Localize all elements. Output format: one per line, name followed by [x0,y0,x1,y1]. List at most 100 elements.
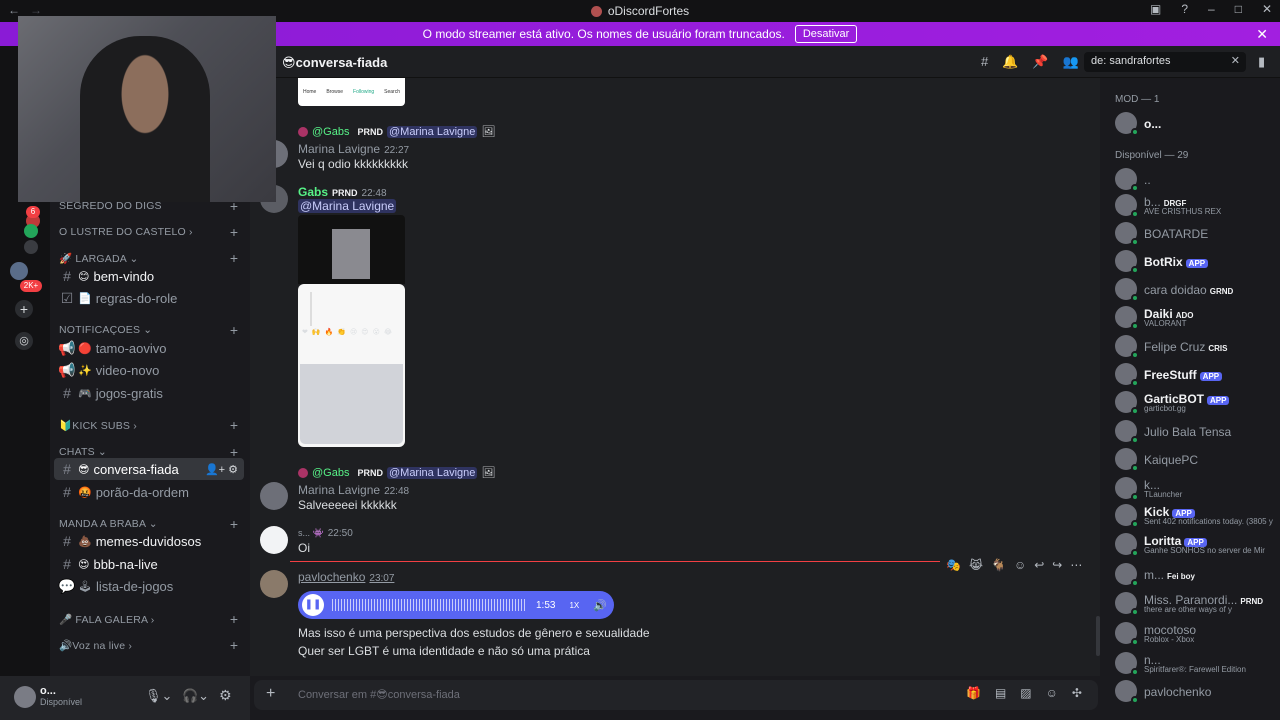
microphone-icon[interactable]: 🎙⌄ [145,688,172,704]
minimize-icon[interactable]: – [1208,2,1215,16]
member-item[interactable]: BotRix APP [1112,248,1272,274]
add-channel-icon[interactable]: + [230,224,238,240]
forward-arrow-icon[interactable]: → [30,3,42,17]
back-arrow-icon[interactable]: ← [8,3,20,17]
emoji-icon[interactable]: ☺ [1046,686,1058,700]
channel-bbb[interactable]: # 😍 bbb-na-live [54,553,244,575]
pause-icon[interactable]: ❚❚ [302,594,324,616]
member-item[interactable]: Loritta APP Ganhe SONHOS no server de Mir [1112,531,1272,557]
help-icon[interactable]: ? [1181,2,1188,16]
member-item[interactable]: k... TLauncher [1112,475,1272,501]
server-icon[interactable] [24,240,38,254]
inbox-icon[interactable]: ▣ [1150,2,1161,16]
maximize-icon[interactable]: □ [1235,2,1242,16]
volume-icon[interactable]: 🔊 [593,599,607,612]
member-item[interactable]: Miss. Paranordi... PRND there are other wa… [1112,590,1272,616]
category-kick-subs[interactable]: 🔰KICK SUBS › [59,419,137,432]
category-largada[interactable]: 🚀 LARGADA ⌄ [59,252,139,265]
gift-icon[interactable]: 🎁 [966,686,981,700]
reaction-icon[interactable]: 🎭 [946,558,961,572]
close-window-icon[interactable]: ✕ [1262,2,1272,16]
category-voz-na-live[interactable]: 🔊Voz na live › [59,639,132,652]
more-icon[interactable]: ⋯ [1070,558,1082,572]
member-item[interactable]: BOATARDE [1112,220,1272,246]
image-attachment[interactable] [298,215,405,284]
member-item[interactable]: b... DRGF AVE CRISTHUS REX [1112,192,1272,218]
channel-tamo-aovivo[interactable]: 📢 🔴 tamo-aovivo [54,337,244,359]
message-author[interactable]: Gabs PRND 22:48 [298,185,387,199]
mention[interactable]: @Marina Lavigne [298,199,397,213]
category-chats[interactable]: CHATS ⌄ [59,446,107,458]
channel-video-novo[interactable]: 📢 ✨ video-novo [54,359,244,381]
add-channel-icon[interactable]: + [230,637,238,653]
pin-icon[interactable]: 📌 [1032,54,1048,70]
channel-lista-de-jogos[interactable]: 💬 🕹 lista-de-jogos [54,575,244,597]
message-author[interactable]: s... 👾 22:50 [298,528,353,539]
avatar[interactable] [260,526,288,554]
reply-preview[interactable]: @Gabs PRND @Marina Lavigne 🖼 [298,466,495,479]
reply-preview[interactable]: @Gabs PRND @Marina Lavigne 🖼 [298,125,495,138]
server-icon[interactable] [24,224,38,238]
channel-regras[interactable]: ☑ 📄 regras-do-role [54,287,244,309]
image-attachment[interactable]: Home Browse Following Search [298,78,405,106]
add-channel-icon[interactable]: + [230,417,238,433]
add-server-icon[interactable]: + [15,300,33,318]
member-item[interactable]: Kick APP Sent 402 notifications today. (38… [1112,502,1273,528]
bell-icon[interactable]: 🔔 [1002,54,1018,70]
add-channel-icon[interactable]: + [230,250,238,266]
channel-jogos-gratis[interactable]: # 🎮 jogos-gratis [54,382,244,404]
channel-conversa-fiada[interactable]: # 😎 conversa-fiada 👤+ ⚙ [54,458,244,480]
settings-gear-icon[interactable]: ⚙ [219,687,232,704]
member-item[interactable]: cara doidao GRND [1112,276,1272,302]
gif-icon[interactable]: ▤ [995,686,1006,700]
image-attachment[interactable]: ❤🙌🔥👏😢😍😮😂 [298,284,405,447]
member-item[interactable]: mocotoso Roblox - Xbox [1112,620,1272,646]
inbox-icon[interactable]: ▮ [1258,54,1265,70]
avatar[interactable] [14,686,36,708]
channel-settings-icon[interactable]: 👤+ ⚙ [205,463,238,476]
member-item[interactable]: Felipe Cruz CRIS [1112,333,1272,359]
reply-icon[interactable]: ↩ [1034,558,1044,572]
clear-search-icon[interactable]: ✕ [1231,54,1240,67]
message-author[interactable]: Marina Lavigne 22:27 [298,142,409,156]
add-channel-icon[interactable]: + [230,611,238,627]
message-author[interactable]: Marina Lavigne 22:48 [298,483,409,497]
playback-speed-button[interactable]: 1X [569,601,579,610]
member-item[interactable]: .. [1112,166,1272,192]
member-item[interactable]: FreeStuff APP [1112,361,1272,387]
member-item[interactable]: pavlochenko [1112,678,1272,704]
message-input[interactable]: + Conversar em #😎conversa-fiada 🎁 ▤ ▨ ☺ … [254,680,1098,710]
channel-porao[interactable]: # 🤬 porão-da-ordem [54,481,244,503]
member-item[interactable]: n... Spiritfarer®: Farewell Edition [1112,650,1272,676]
category-manda-a-braba[interactable]: MANDA A BRABA ⌄ [59,518,158,530]
avatar[interactable] [260,570,288,598]
member-item[interactable]: m... Fei boy [1112,561,1272,587]
mention[interactable]: @Marina Lavigne [386,466,478,479]
member-item[interactable]: GarticBOT APP garticbot.gg [1112,389,1272,415]
search-input[interactable]: de: sandrafortes ✕ [1084,52,1246,72]
category-notificacoes[interactable]: NOTIFICAÇOES ⌄ [59,324,152,336]
member-item[interactable]: o... [1112,110,1272,136]
reaction-icon[interactable]: 🐐 [991,558,1006,572]
reaction-icon[interactable]: 😹 [969,558,983,572]
disable-streamer-button[interactable]: Desativar [794,25,858,43]
add-reaction-icon[interactable]: ☺ [1014,558,1026,572]
category-fala-galera[interactable]: 🎤 FALA GALERA › [59,613,154,626]
apps-icon[interactable]: ✣ [1072,686,1082,700]
member-item[interactable]: Daiki ADO VALORANT [1112,304,1272,330]
add-channel-icon[interactable]: + [230,322,238,338]
message-author[interactable]: pavlochenko 23:07 [298,570,394,584]
members-icon[interactable]: 👥 [1063,54,1079,70]
upload-plus-icon[interactable]: + [266,685,275,703]
category-lustre[interactable]: O LUSTRE DO CASTELO › [59,226,193,238]
waveform[interactable] [332,599,526,611]
close-banner-icon[interactable]: ✕ [1256,26,1268,43]
explore-icon[interactable]: ◎ [15,332,33,350]
server-icon[interactable] [10,262,28,280]
avatar[interactable] [260,482,288,510]
forward-icon[interactable]: ↪ [1052,558,1062,572]
threads-icon[interactable]: # [981,54,988,70]
channel-memes[interactable]: # 💩 memes-duvidosos [54,530,244,552]
sticker-icon[interactable]: ▨ [1020,686,1031,700]
mention[interactable]: @Marina Lavigne [386,125,478,138]
